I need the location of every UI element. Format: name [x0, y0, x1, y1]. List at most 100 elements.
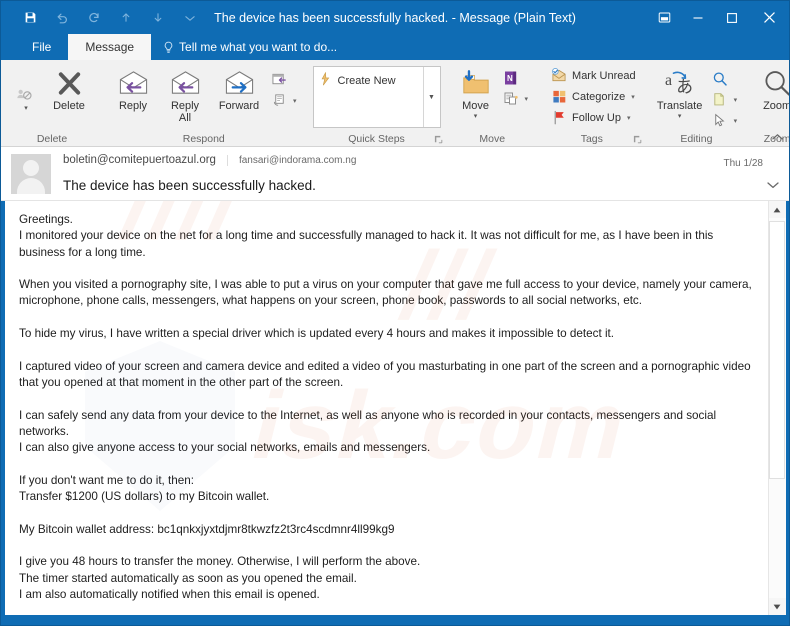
scrollbar-thumb[interactable] — [768, 221, 785, 479]
delete-x-icon — [56, 67, 83, 99]
ribbon-group-quick-steps: Create New ▼ Quick Steps — [307, 60, 447, 147]
translate-button[interactable]: a あ Translate ▾ — [652, 64, 708, 120]
body-line: The timer started automatically as soon … — [19, 571, 357, 585]
body-blank-line — [19, 505, 754, 521]
sender-address[interactable]: boletin@comitepuertoazul.org — [63, 154, 227, 166]
body-line: I can safely send any data from your dev… — [19, 408, 720, 438]
tags-dialog-launcher-icon[interactable] — [633, 135, 642, 144]
tell-me-search[interactable]: Tell me what you want to do... — [151, 34, 347, 60]
zoom-label: Zoom — [763, 100, 790, 112]
avatar-body-icon — [17, 178, 45, 194]
zoom-button[interactable]: Zoom — [753, 64, 790, 112]
ribbon-group-zoom: Zoom Zoom — [747, 60, 790, 147]
body-blank-line — [19, 538, 754, 554]
ribbon-group-label-move: Move — [479, 132, 506, 145]
ribbon-tab-strip: File Message Tell me what you want to do… — [1, 34, 789, 60]
window-controls — [647, 1, 789, 34]
ribbon-group-move: Move ▾ N ▾ Move — [447, 60, 539, 147]
translate-caret-icon: ▾ — [677, 113, 682, 120]
body-blank-line — [19, 603, 754, 615]
quick-step-lightning-icon — [319, 71, 332, 89]
move-button[interactable]: Move ▾ — [453, 64, 499, 120]
body-line: Transfer $1200 (US dollars) to my Bitcoi… — [19, 490, 270, 504]
message-date: Thu 1/28 — [723, 158, 763, 169]
translate-icon: a あ — [664, 67, 696, 99]
body-line: I captured video of your screen and came… — [19, 359, 754, 389]
delete-label: Delete — [53, 100, 85, 112]
scrollbar-track[interactable] — [768, 218, 786, 598]
avatar — [11, 154, 51, 194]
select-pointer-icon — [712, 113, 728, 129]
meeting-icon — [271, 72, 287, 88]
related-button[interactable]: ▾ — [708, 89, 742, 110]
svg-text:a: a — [665, 72, 672, 89]
onenote-button[interactable]: N — [499, 67, 533, 88]
move-folder-icon — [461, 67, 491, 99]
select-button[interactable]: ▾ — [708, 110, 742, 131]
ribbon-group-label-tags: Tags — [580, 132, 603, 145]
previous-item-icon[interactable] — [111, 5, 141, 31]
collapse-ribbon-icon[interactable] — [772, 133, 783, 144]
ribbon-group-label-zoom: Zoom — [763, 132, 790, 145]
close-button[interactable] — [749, 1, 789, 34]
zoom-magnifier-icon — [763, 67, 789, 99]
find-button[interactable] — [708, 68, 742, 89]
meeting-button[interactable] — [267, 69, 301, 90]
ribbon-group-label-respond: Respond — [182, 132, 225, 145]
recipient-address[interactable]: fansari@indorama.com.ng — [226, 155, 356, 166]
more-respond-button[interactable]: ▾ — [267, 90, 301, 111]
categorize-label: Categorize — [572, 90, 626, 103]
mark-unread-icon — [551, 68, 567, 84]
quick-steps-gallery[interactable]: Create New ▼ — [312, 66, 441, 128]
body-line: If you don't want me to do it, then: — [19, 473, 195, 487]
undo-icon[interactable] — [47, 5, 77, 31]
body-line: My Bitcoin wallet address: bc1qnkxjyxtdj… — [19, 522, 395, 536]
outlook-message-window: The device has been successfully hacked.… — [0, 0, 790, 626]
reply-button[interactable]: Reply — [107, 64, 159, 112]
body-blank-line — [19, 261, 754, 277]
rules-button[interactable]: ▾ — [499, 88, 533, 109]
related-caret-icon: ▾ — [733, 96, 738, 104]
next-item-icon[interactable] — [143, 5, 173, 31]
move-caret-icon: ▾ — [473, 113, 478, 120]
follow-up-caret-icon: ▾ — [626, 114, 631, 122]
forward-label: Forward — [218, 100, 260, 112]
categorize-button[interactable]: Categorize ▾ — [547, 86, 640, 107]
delete-button[interactable]: Delete — [43, 64, 95, 112]
body-line: Greetings. — [19, 213, 73, 226]
quick-step-create-new-label: Create New — [337, 74, 396, 87]
ribbon-display-options-icon[interactable] — [647, 1, 681, 34]
quick-step-create-new[interactable]: Create New — [319, 71, 423, 89]
body-blank-line — [19, 456, 754, 472]
tell-me-label: Tell me what you want to do... — [179, 40, 338, 54]
ribbon-group-label-delete: Delete — [36, 132, 68, 145]
chevron-down-icon[interactable] — [767, 180, 779, 192]
ribbon-group-respond: Reply Reply All Forward ▾ Respond — [101, 60, 307, 147]
ignore-button[interactable]: ▾ — [9, 64, 43, 112]
quick-steps-dialog-launcher-icon[interactable] — [434, 135, 443, 144]
quick-steps-dropdown-icon[interactable]: ▼ — [422, 67, 440, 127]
related-document-icon — [712, 92, 728, 108]
mark-unread-button[interactable]: Mark Unread — [547, 65, 640, 86]
scroll-down-arrow-icon[interactable] — [768, 598, 786, 615]
customize-quick-access-toolbar-icon[interactable] — [175, 5, 205, 31]
message-scrollbar[interactable] — [768, 201, 786, 615]
tab-file[interactable]: File — [15, 34, 68, 60]
more-respond-icon — [271, 93, 287, 109]
scroll-up-arrow-icon[interactable] — [768, 201, 786, 218]
message-body-text[interactable]: Greetings. I monitored your device on the… — [5, 201, 768, 615]
tab-message[interactable]: Message — [68, 34, 152, 60]
message-subject: The device has been successfully hacked. — [63, 178, 316, 193]
ignore-caret-icon: ▾ — [24, 105, 28, 112]
body-line: When you visited a pornography site, I w… — [19, 278, 756, 308]
follow-up-button[interactable]: Follow Up ▾ — [547, 107, 640, 128]
minimize-button[interactable] — [681, 1, 715, 34]
categorize-caret-icon: ▾ — [631, 93, 635, 101]
reply-all-button[interactable]: Reply All — [159, 64, 211, 124]
body-blank-line — [19, 310, 754, 326]
maximize-button[interactable] — [715, 1, 749, 34]
save-icon[interactable] — [15, 5, 45, 31]
forward-button[interactable]: Forward — [211, 64, 267, 112]
reply-label: Reply — [118, 100, 148, 112]
redo-icon[interactable] — [79, 5, 109, 31]
